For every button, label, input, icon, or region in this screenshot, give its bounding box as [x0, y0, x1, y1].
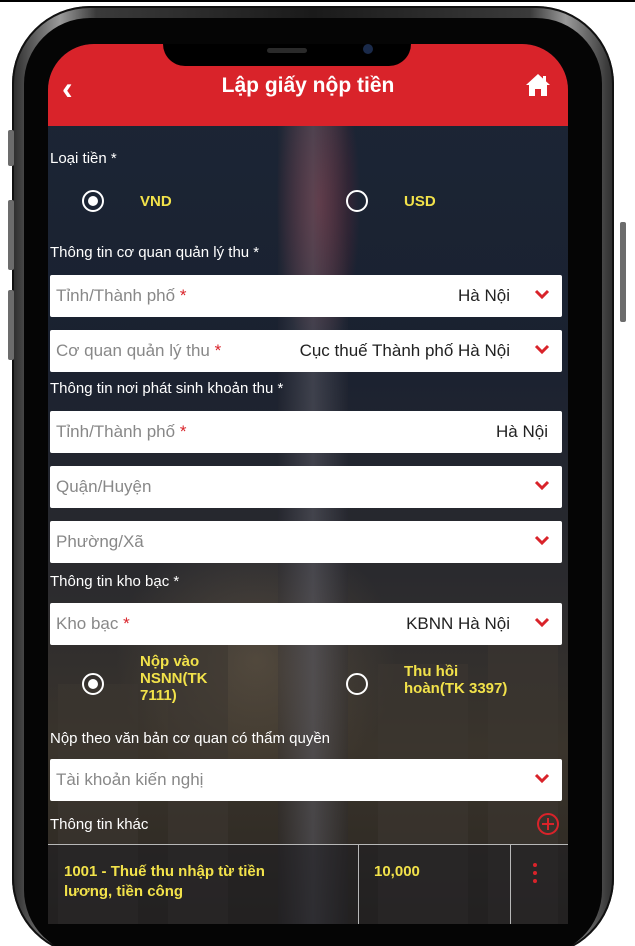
phone-notch	[163, 44, 411, 66]
chevron-down-icon	[534, 344, 550, 355]
district-select[interactable]: Quận/Huyện	[50, 466, 562, 508]
chevron-down-icon	[534, 773, 550, 784]
cell-divider	[510, 845, 511, 924]
mute-switch	[8, 130, 14, 166]
recommendation-account-placeholder: Tài khoản kiến nghị	[56, 770, 204, 789]
item-amount: 10,000	[374, 863, 420, 880]
origin-province-value: Hà Nội	[496, 422, 548, 441]
power-button	[620, 222, 626, 322]
currency-vnd-radio[interactable]	[82, 190, 104, 212]
collection-authority-value: Cục thuế Thành phố Hà Nội	[299, 341, 510, 360]
currency-vnd-label: VND	[140, 193, 172, 210]
authority-province-placeholder: Tỉnh/Thành phố *	[56, 286, 187, 305]
authority-document-label: Nộp theo văn bản cơ quan có thẩm quyền	[50, 730, 331, 747]
treasury-refund-label: Thu hồi hoàn(TK 3397)	[404, 663, 508, 697]
currency-usd-radio[interactable]	[346, 190, 368, 212]
treasury-placeholder: Kho bạc *	[56, 614, 130, 633]
collection-authority-label: Thông tin cơ quan quản lý thu *	[50, 244, 260, 261]
app-screen: ‹ Lập giấy nộp tiền Loại tiền * VND USD …	[48, 44, 568, 924]
chevron-down-icon	[534, 535, 550, 546]
volume-down-button	[8, 290, 14, 360]
treasury-refund-radio[interactable]	[346, 673, 368, 695]
currency-usd-label: USD	[404, 193, 436, 210]
other-info-label: Thông tin khác	[50, 816, 149, 833]
ward-select[interactable]: Phường/Xã	[50, 521, 562, 563]
table-row[interactable]: 1001 - Thuế thu nhập từ tiền lương, tiền…	[48, 844, 568, 924]
collection-authority-select[interactable]: Cơ quan quản lý thu * Cục thuế Thành phố…	[50, 330, 562, 372]
origin-province-field[interactable]: Tỉnh/Thành phố * Hà Nội	[50, 411, 562, 453]
treasury-value: KBNN Hà Nội	[406, 614, 510, 633]
more-vertical-icon[interactable]	[533, 863, 539, 889]
revenue-origin-label: Thông tin nơi phát sinh khoản thu *	[50, 380, 284, 397]
treasury-label: Thông tin kho bạc *	[50, 573, 180, 590]
authority-province-value: Hà Nội	[458, 286, 510, 305]
ward-placeholder: Phường/Xã	[56, 532, 144, 551]
home-icon[interactable]	[524, 72, 552, 98]
treasury-select[interactable]: Kho bạc * KBNN Hà Nội	[50, 603, 562, 645]
collection-authority-placeholder: Cơ quan quản lý thu *	[56, 341, 222, 360]
treasury-nsnn-label: Nộp vào NSNN(TK 7111)	[140, 653, 208, 704]
plus-circle-icon[interactable]	[536, 812, 560, 836]
recommendation-account-select[interactable]: Tài khoản kiến nghị	[50, 759, 562, 801]
page-title: Lập giấy nộp tiền	[221, 74, 395, 97]
treasury-nsnn-radio[interactable]	[82, 673, 104, 695]
cell-divider	[358, 845, 359, 924]
origin-province-placeholder: Tỉnh/Thành phố *	[56, 422, 187, 441]
front-camera	[363, 44, 373, 54]
speaker-grille	[267, 48, 307, 53]
chevron-down-icon	[534, 617, 550, 628]
authority-province-select[interactable]: Tỉnh/Thành phố * Hà Nội	[50, 275, 562, 317]
district-placeholder: Quận/Huyện	[56, 477, 152, 496]
chevron-down-icon	[534, 480, 550, 491]
currency-label: Loại tiền *	[50, 150, 117, 167]
chevron-down-icon	[534, 289, 550, 300]
item-description: 1001 - Thuế thu nhập từ tiền lương, tiền…	[64, 863, 265, 900]
volume-up-button	[8, 200, 14, 270]
top-border	[0, 0, 635, 2]
